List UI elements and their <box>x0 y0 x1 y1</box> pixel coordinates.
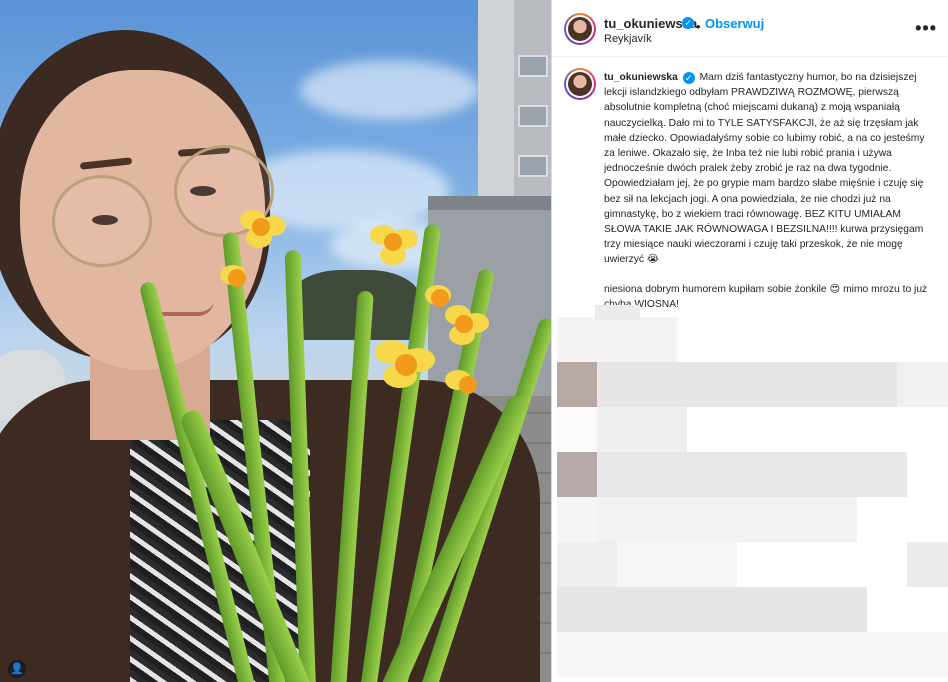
separator-dot: • <box>696 19 701 34</box>
post-caption: tu_okuniewska ✓ Mam dziś fantastyczny hu… <box>604 70 934 326</box>
caption-username[interactable]: tu_okuniewska <box>604 72 678 83</box>
post-photo[interactable]: 👤 <box>0 0 551 682</box>
caption-text: Mam dziś fantastyczny humor, bo na dzisi… <box>604 72 925 266</box>
author-avatar[interactable] <box>564 13 596 45</box>
post-sidebar: tu_okuniewska ✓ • Obserwuj Reykjavík •••… <box>551 0 948 682</box>
verified-badge-icon: ✓ <box>682 17 694 29</box>
cloud <box>300 60 480 120</box>
pixelated-comments <box>557 305 948 682</box>
wall-top <box>428 196 551 210</box>
caption-author-avatar[interactable] <box>564 68 596 100</box>
post-location[interactable]: Reykjavík <box>604 33 652 45</box>
glasses-lens <box>52 175 152 267</box>
follow-button[interactable]: Obserwuj <box>705 16 764 31</box>
more-options-icon[interactable]: ••• <box>915 18 937 39</box>
verified-badge-icon: ✓ <box>682 72 695 84</box>
post-header: tu_okuniewska ✓ • Obserwuj Reykjavík ••• <box>552 0 948 57</box>
tagged-person-icon[interactable]: 👤 <box>8 660 26 678</box>
